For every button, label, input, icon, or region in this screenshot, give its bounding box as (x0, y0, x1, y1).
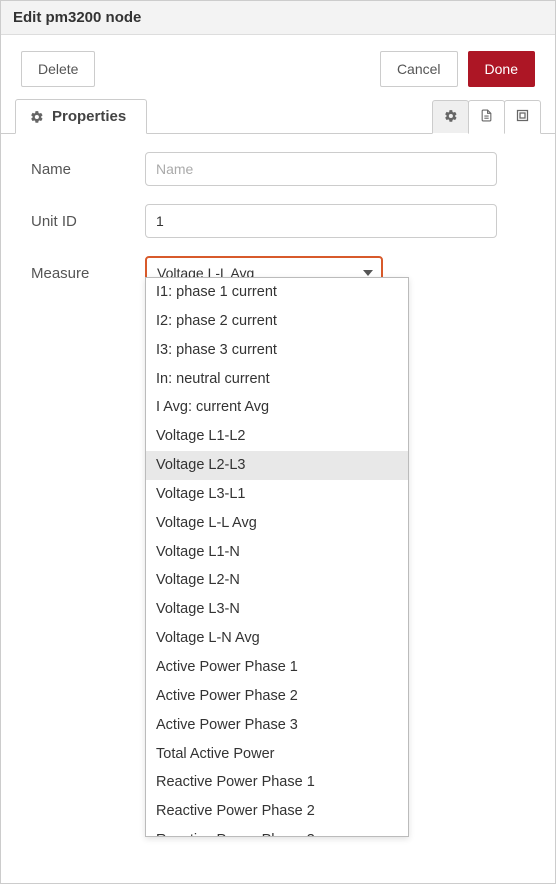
name-label: Name (31, 161, 145, 178)
measure-option[interactable]: Voltage L3-L1 (146, 480, 408, 509)
gear-icon (444, 109, 458, 126)
description-tab-icon[interactable] (468, 100, 505, 134)
delete-button[interactable]: Delete (21, 51, 95, 87)
measure-dropdown[interactable]: I1: phase 1 currentI2: phase 2 currentI3… (145, 277, 409, 837)
unit-id-input[interactable] (145, 204, 497, 238)
dialog-title: Edit pm3200 node (1, 1, 555, 35)
cancel-button[interactable]: Cancel (380, 51, 458, 87)
measure-option[interactable]: Active Power Phase 2 (146, 682, 408, 711)
measure-option[interactable]: Voltage L2-L3 (146, 451, 408, 480)
file-icon (480, 108, 493, 126)
name-input[interactable] (145, 152, 497, 186)
unit-id-label: Unit ID (31, 213, 145, 230)
measure-option[interactable]: Reactive Power Phase 2 (146, 797, 408, 826)
tab-properties-label: Properties (52, 108, 126, 125)
measure-option[interactable]: I Avg: current Avg (146, 393, 408, 422)
box-icon (515, 108, 530, 126)
measure-label: Measure (31, 265, 145, 282)
measure-option[interactable]: Active Power Phase 3 (146, 711, 408, 740)
measure-option[interactable]: Voltage L1-L2 (146, 422, 408, 451)
measure-option[interactable]: Total Active Power (146, 740, 408, 769)
tab-properties[interactable]: Properties (15, 99, 147, 134)
measure-option[interactable]: I2: phase 2 current (146, 307, 408, 336)
measure-option[interactable]: I1: phase 1 current (146, 278, 408, 307)
measure-option[interactable]: Voltage L-N Avg (146, 624, 408, 653)
measure-option[interactable]: Voltage L3-N (146, 595, 408, 624)
appearance-tab-icon[interactable] (504, 100, 541, 134)
settings-tab-icon[interactable] (432, 100, 469, 134)
measure-option[interactable]: Reactive Power Phase 1 (146, 768, 408, 797)
measure-option[interactable]: In: neutral current (146, 365, 408, 394)
measure-option[interactable]: Voltage L2-N (146, 566, 408, 595)
gear-icon (30, 110, 44, 124)
measure-option[interactable]: Voltage L1-N (146, 538, 408, 567)
measure-option[interactable]: Voltage L-L Avg (146, 509, 408, 538)
measure-option[interactable]: I3: phase 3 current (146, 336, 408, 365)
done-button[interactable]: Done (468, 51, 535, 87)
measure-option[interactable]: Active Power Phase 1 (146, 653, 408, 682)
measure-option[interactable]: Reactive Power Phase 3 (146, 826, 408, 836)
